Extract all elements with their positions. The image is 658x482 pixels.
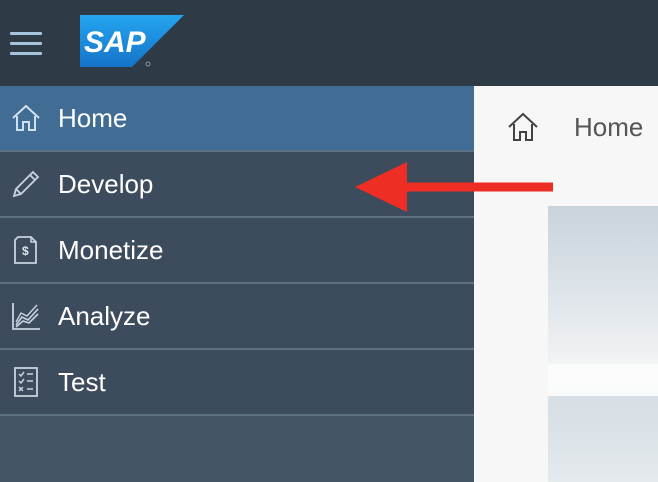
top-bar: SAP bbox=[0, 0, 658, 86]
sidebar-item-test[interactable]: Test bbox=[0, 350, 474, 414]
sidebar-item-home[interactable]: Home bbox=[0, 86, 474, 150]
chart-icon bbox=[12, 303, 40, 330]
sidebar-item-analyze[interactable]: Analyze bbox=[0, 284, 474, 348]
pencil-icon bbox=[12, 170, 40, 198]
sidebar-item-label: Home bbox=[58, 103, 128, 133]
sidebar-item-label: Develop bbox=[58, 169, 154, 199]
home-icon bbox=[12, 104, 40, 131]
menu-line bbox=[10, 32, 42, 35]
sidebar-item-label: Test bbox=[58, 367, 106, 397]
sidebar: Home Develop $ Monetize Analyze Test bbox=[0, 86, 474, 482]
sap-logo[interactable]: SAP bbox=[80, 15, 184, 67]
breadcrumb-home-icon[interactable] bbox=[506, 110, 540, 144]
tile-highlight bbox=[548, 364, 658, 396]
content-tile-image[interactable] bbox=[548, 206, 658, 482]
menu-line bbox=[10, 42, 42, 45]
tile-shade bbox=[548, 396, 658, 482]
sidebar-item-label: Monetize bbox=[58, 235, 164, 265]
logo-text: SAP bbox=[84, 26, 147, 59]
sidebar-item-label: Analyze bbox=[58, 301, 151, 331]
svg-text:$: $ bbox=[22, 244, 29, 258]
main-content: Home bbox=[474, 86, 658, 482]
dollar-document-icon: $ bbox=[14, 236, 37, 264]
checklist-icon bbox=[14, 367, 38, 397]
menu-line bbox=[10, 52, 42, 55]
breadcrumb-label: Home bbox=[574, 112, 644, 142]
divider bbox=[0, 414, 474, 416]
annotation-arrow-icon bbox=[355, 162, 553, 212]
sidebar-item-monetize[interactable]: $ Monetize bbox=[0, 218, 474, 282]
hamburger-menu-icon[interactable] bbox=[10, 32, 42, 56]
